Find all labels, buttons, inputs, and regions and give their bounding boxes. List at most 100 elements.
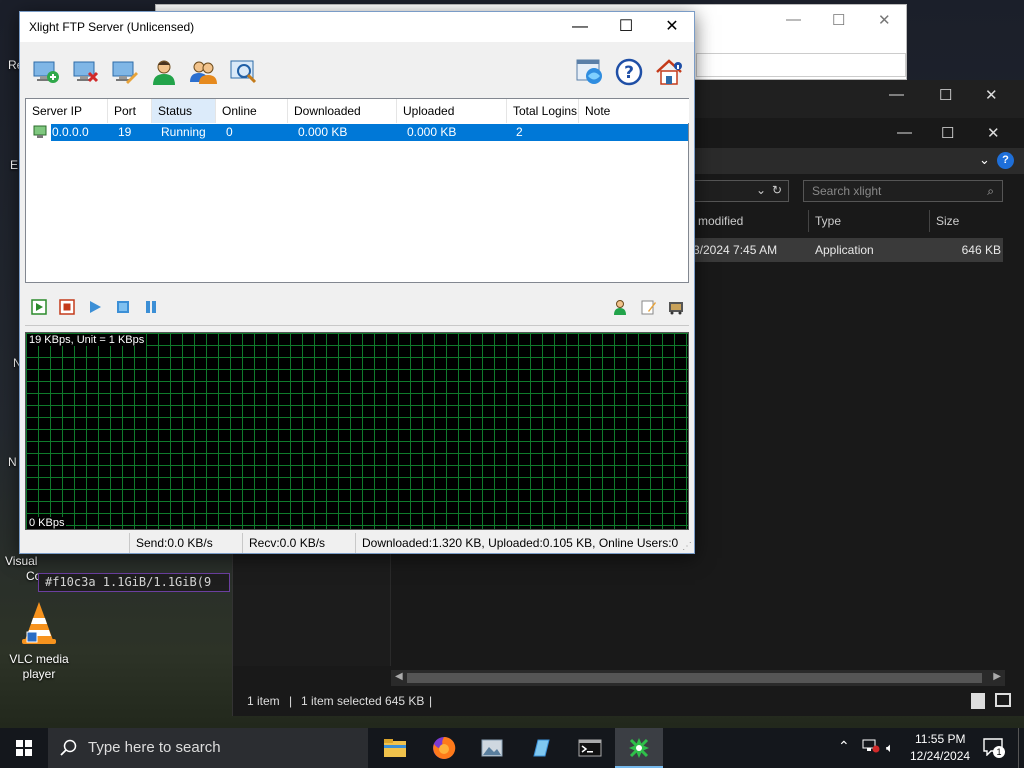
cell-note (586, 124, 589, 141)
minimize-icon[interactable]: — (889, 86, 904, 103)
taskbar-search-box[interactable]: Type here to search (48, 728, 368, 768)
background-window-field[interactable] (696, 53, 906, 77)
header-status[interactable]: Status (152, 99, 216, 123)
address-bar[interactable]: ⌄ ↻ (693, 180, 789, 202)
notepad-icon (533, 739, 550, 757)
maximize-icon[interactable]: ☐ (941, 124, 954, 142)
xlight-title-bar[interactable]: Xlight FTP Server (Unlicensed) — ☐ ✕ (20, 12, 694, 42)
server-list[interactable]: Server IP Port Status Online Users Downl… (25, 98, 689, 283)
add-server-icon[interactable] (32, 58, 60, 86)
firefox-icon (433, 736, 456, 759)
search-input[interactable]: Search xlight ⌕ (803, 180, 1003, 202)
taskbar-firefox[interactable] (420, 728, 468, 768)
recv-rate: Recv:0.0 KB/s (242, 533, 355, 553)
show-desktop[interactable] (1018, 728, 1024, 768)
taskbar-terminal[interactable] (566, 728, 614, 768)
scrollbar-thumb[interactable] (407, 673, 982, 683)
cell-ip: 0.0.0.0 (52, 125, 89, 139)
vlc-desktop-shortcut[interactable]: VLC media player (4, 600, 74, 684)
header-port[interactable]: Port (108, 99, 152, 123)
maximize-icon[interactable]: ☐ (832, 11, 845, 29)
notes-icon[interactable] (641, 299, 657, 315)
header-total-logins[interactable]: Total Logins (507, 99, 579, 123)
pause-icon[interactable] (143, 299, 159, 315)
header-uploaded[interactable]: Uploaded (397, 99, 507, 123)
windows-logo-icon (16, 740, 32, 756)
notification-count: 1 (993, 746, 1005, 758)
help-icon[interactable]: ? (615, 58, 643, 86)
help-icon[interactable]: ? (997, 152, 1014, 169)
user-icon[interactable] (150, 58, 178, 86)
file-explorer-icon (384, 739, 406, 757)
column-type[interactable]: Type (810, 210, 930, 232)
taskbar: Type here to search ⌃ 🔈︎ 11:55 PM 12/24/… (0, 728, 1024, 768)
taskbar-notepad[interactable] (517, 728, 565, 768)
traffic-graph: 19 KBps, Unit = 1 KBps 0 KBps (25, 332, 689, 530)
minimize-icon[interactable]: — (565, 16, 595, 38)
header-downloaded[interactable]: Downloaded (288, 99, 397, 123)
notification-center-icon[interactable]: 1 (983, 738, 1005, 758)
column-modified[interactable]: modified (693, 210, 809, 232)
horizontal-scrollbar[interactable]: ◀ ▶ (391, 670, 1005, 686)
tiles-view-icon[interactable] (995, 693, 1011, 707)
minimize-icon[interactable]: — (786, 11, 801, 28)
minimize-icon[interactable]: — (897, 124, 912, 141)
header-note[interactable]: Note (579, 99, 689, 123)
global-settings-icon[interactable] (576, 58, 604, 86)
chevron-down-icon[interactable]: ⌄ (756, 183, 766, 197)
log-icon[interactable] (668, 299, 684, 315)
desktop-label-visual: Visual (5, 554, 38, 568)
resize-grip-icon[interactable]: ⋰ (682, 537, 692, 557)
maximize-icon[interactable]: ☐ (611, 16, 641, 38)
header-server-ip[interactable]: Server IP (26, 99, 108, 123)
show-hidden-icons[interactable]: ⌃ (838, 738, 850, 755)
chevron-down-icon[interactable]: ⌄ (979, 152, 990, 168)
close-icon[interactable]: ✕ (878, 11, 891, 29)
user-sessions-icon[interactable] (612, 299, 628, 315)
details-view-icon[interactable] (971, 693, 985, 709)
taskbar-file-explorer[interactable] (371, 728, 419, 768)
explorer-status-bar: 1 item | 1 item selected 645 KB | (233, 686, 1024, 716)
svg-text:?: ? (624, 63, 634, 83)
close-icon[interactable]: ✕ (987, 124, 1000, 142)
users-group-icon[interactable] (189, 58, 217, 86)
xlight-toolbar: ? (20, 42, 694, 96)
home-info-icon[interactable] (655, 58, 683, 86)
taskbar-photos[interactable] (468, 728, 516, 768)
clock-time[interactable]: 11:55 PM (915, 732, 965, 746)
clock-date[interactable]: 12/24/2024 (910, 749, 970, 763)
close-icon[interactable]: ✕ (985, 86, 998, 104)
desktop-label-partial-4: N (8, 455, 17, 469)
status-divider: | (289, 694, 293, 708)
start-icon[interactable] (31, 299, 47, 315)
volume-muted-icon[interactable]: 🔈︎ (886, 740, 894, 756)
cell-uploaded: 0.000 KB (407, 125, 457, 139)
window-title: Xlight FTP Server (Unlicensed) (29, 20, 195, 34)
delete-server-icon[interactable] (72, 58, 100, 86)
column-size[interactable]: Size (931, 210, 1005, 232)
cell-port: 19 (118, 125, 132, 139)
terminal-output-strip: #f10c3a 1.1GiB/1.1GiB(9 (38, 573, 230, 592)
header-online-users[interactable]: Online Users (216, 99, 288, 142)
cell-online-users: 0 (226, 125, 233, 139)
edit-server-icon[interactable] (111, 58, 139, 86)
stop-blue-icon[interactable] (115, 299, 131, 315)
taskbar-xlight[interactable] (615, 728, 663, 768)
table-row[interactable]: 0.0.0.0 19 Running 0 0.000 KB 0.000 KB 2 (31, 124, 688, 141)
stop-icon[interactable] (59, 299, 75, 315)
xlight-window[interactable]: Xlight FTP Server (Unlicensed) — ☐ ✕ ? S… (19, 11, 695, 554)
scroll-left-icon[interactable]: ◀ (395, 671, 403, 682)
xlight-status-bar: Send:0.0 KB/s Recv:0.0 KB/s Downloaded:1… (20, 533, 694, 553)
scroll-right-icon[interactable]: ▶ (993, 671, 1001, 682)
start-button[interactable] (0, 728, 48, 768)
search-icon (60, 739, 77, 756)
refresh-icon[interactable]: ↻ (772, 183, 782, 197)
search-icon[interactable] (230, 58, 258, 86)
file-size: 646 KB (961, 243, 1001, 257)
search-icon: ⌕ (987, 184, 994, 198)
play-icon[interactable] (87, 299, 103, 315)
network-icon[interactable] (862, 739, 880, 753)
maximize-icon[interactable]: ☐ (939, 86, 952, 104)
file-row[interactable]: 3/2024 7:45 AM Application 646 KB (691, 238, 1003, 262)
close-icon[interactable]: ✕ (657, 16, 687, 38)
